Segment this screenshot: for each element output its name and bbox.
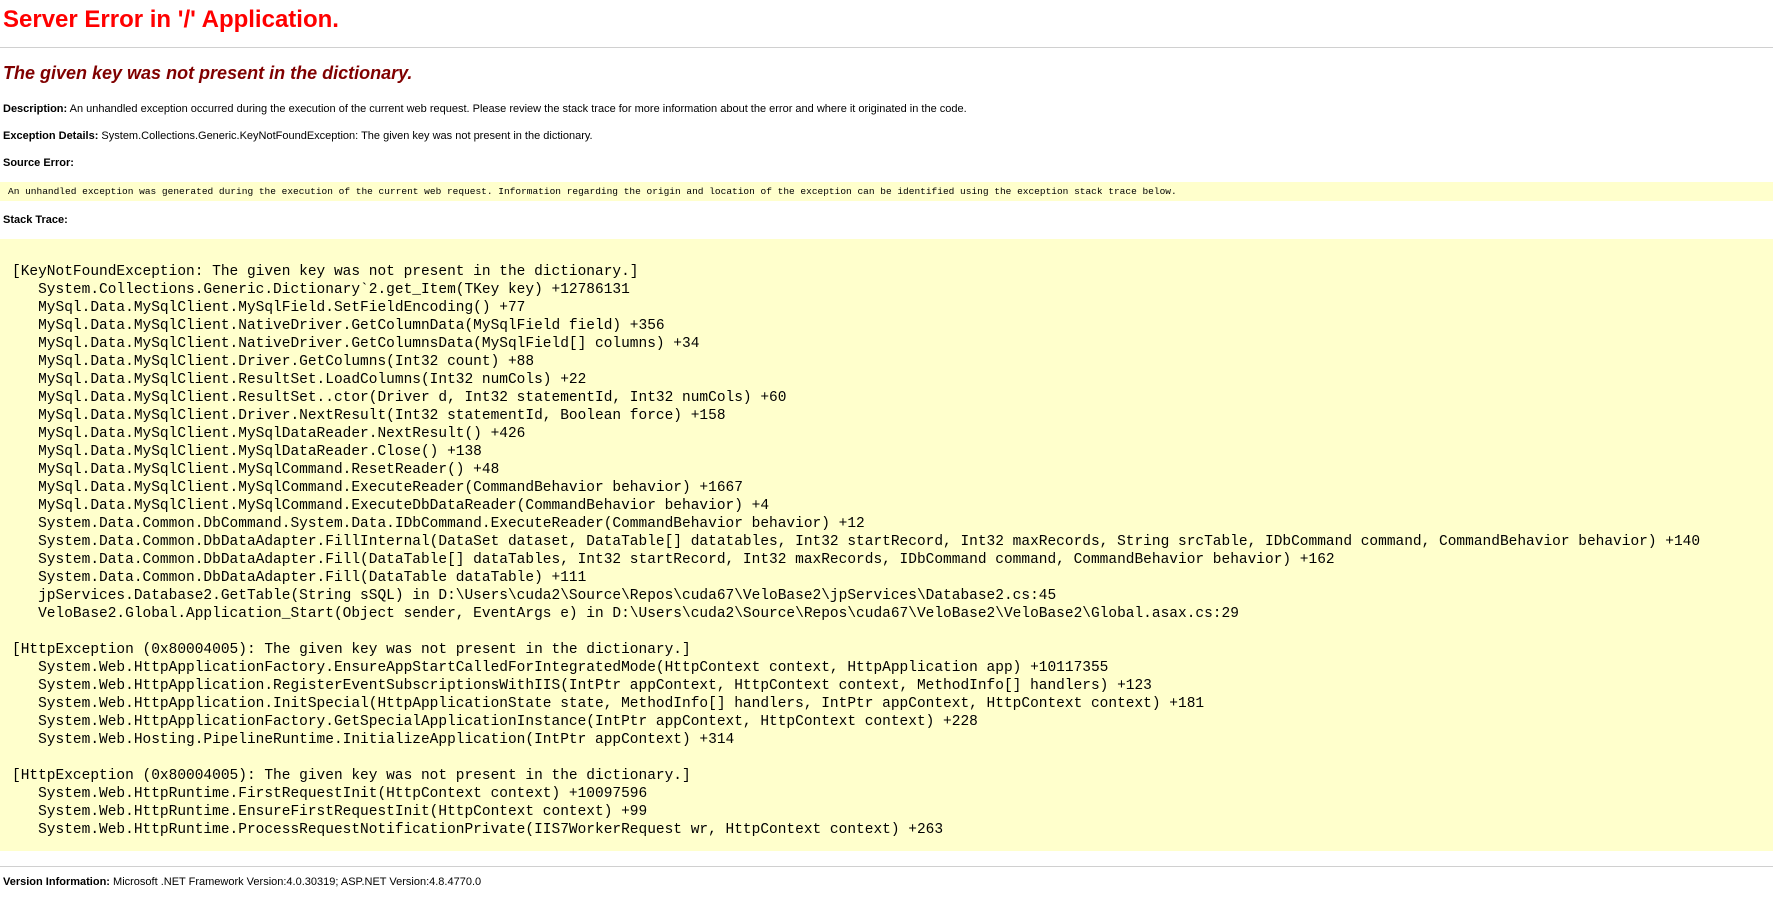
stack-trace-text: [KeyNotFoundException: The given key was… <box>0 239 1773 851</box>
source-error-label: Source Error: <box>3 157 74 169</box>
stack-trace-label-row: Stack Trace: <box>3 214 1773 227</box>
exception-details-row: Exception Details: System.Collections.Ge… <box>3 130 1773 143</box>
exception-details-text: System.Collections.Generic.KeyNotFoundEx… <box>101 130 592 142</box>
page-title: Server Error in '/' Application. <box>3 5 1773 35</box>
server-error-page: { "page": { "title": "Server Error in '/… <box>0 5 1773 913</box>
description-row: Description: An unhandled exception occu… <box>3 103 1773 116</box>
source-error-text: An unhandled exception was generated dur… <box>8 185 1773 198</box>
version-information-label: Version Information: <box>3 876 110 888</box>
stack-trace-box: [KeyNotFoundException: The given key was… <box>0 239 1773 851</box>
error-message: The given key was not present in the dic… <box>3 61 1773 85</box>
description-text: An unhandled exception occurred during t… <box>70 103 967 115</box>
description-label: Description: <box>3 103 67 115</box>
version-information-text: Microsoft .NET Framework Version:4.0.303… <box>113 876 481 888</box>
source-error-label-row: Source Error: <box>3 157 1773 170</box>
version-information-row: Version Information: Microsoft .NET Fram… <box>3 876 1773 889</box>
exception-details-label: Exception Details: <box>3 130 98 142</box>
source-error-box: An unhandled exception was generated dur… <box>0 182 1773 201</box>
footer-divider <box>0 866 1773 867</box>
stack-trace-label: Stack Trace: <box>3 214 68 226</box>
title-divider <box>0 47 1773 48</box>
